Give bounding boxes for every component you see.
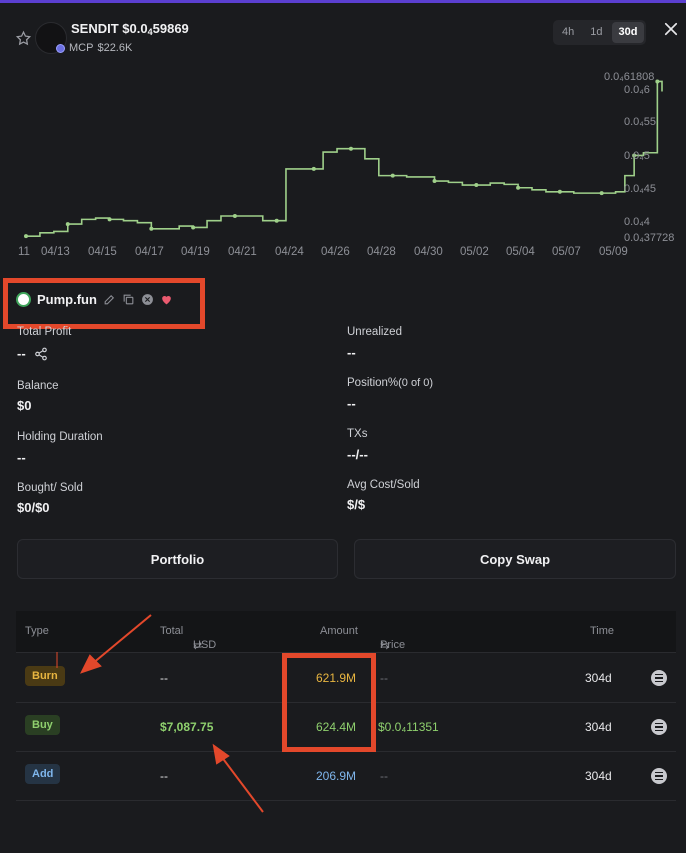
unrealized-value: -- — [347, 345, 356, 360]
price-point — [599, 191, 604, 196]
x-tick-label: 04/13 — [41, 246, 70, 258]
x-tick-label: 05/04 — [506, 246, 535, 258]
row-price: -- — [380, 769, 388, 783]
avg-cost-label: Avg Cost/Sold — [347, 479, 420, 491]
price-point — [274, 218, 279, 223]
price-point — [516, 185, 521, 190]
price-point — [557, 189, 562, 194]
table-row[interactable]: Add -- 206.9M -- 304d — [16, 752, 676, 801]
highlight-box-platform — [3, 278, 205, 329]
price-line — [26, 80, 663, 237]
market-cap: MCP $22.6K — [56, 42, 132, 54]
price-chart: 0.0₄618080.0₄6 0.0₄55 0.0₄5 0.0₄45 0.0₄4 0.0₄… — [18, 71, 674, 258]
x-tick-label: 05/09 — [599, 246, 628, 258]
swap-currency-icon: ⇄ — [193, 640, 203, 652]
col-amount: Amount — [320, 625, 358, 637]
y-tick-label: 0.0₄5 — [624, 150, 650, 162]
type-badge-add: Add — [25, 764, 61, 784]
balance-value: $0 — [17, 398, 32, 413]
price-point — [390, 173, 395, 178]
bought-sold-label: Bought/ Sold — [17, 482, 83, 494]
details-icon[interactable] — [651, 719, 667, 735]
x-tick-label: 04/26 — [321, 246, 350, 258]
activity-table-header: Type Total USD ⇄ Amount Price ⇆ Time — [16, 611, 676, 653]
token-price: $0.0459869 — [122, 21, 189, 37]
col-total: Total — [160, 625, 184, 637]
holding-duration-label: Holding Duration — [17, 431, 103, 443]
y-tick-label: 0.0₄37728 — [624, 232, 674, 244]
type-badge-buy: Buy — [25, 715, 60, 735]
row-total: $7,087.75 — [160, 720, 214, 734]
row-total: -- — [160, 769, 168, 783]
row-total: -- — [160, 671, 168, 685]
position-value: -- — [347, 396, 356, 411]
position-label: Position%(0 of 0) — [347, 377, 433, 389]
x-tick-label: 11 — [18, 246, 30, 258]
token-name: SENDIT — [71, 21, 119, 36]
y-tick-label: 0.0₄45 — [624, 183, 656, 195]
avg-cost-value: $/$ — [347, 497, 366, 512]
col-type: Type — [25, 625, 49, 637]
x-tick-label: 04/21 — [228, 246, 257, 258]
copy-swap-button[interactable]: Copy Swap — [354, 539, 676, 579]
token-title: SENDIT $0.0459869 — [71, 21, 189, 37]
price-point — [655, 79, 660, 84]
timeframe-30d[interactable]: 30d — [611, 22, 645, 43]
total-profit-value: -- — [17, 346, 48, 361]
details-icon[interactable] — [651, 768, 667, 784]
y-tick-label: 0.0₄4 — [624, 216, 650, 228]
price-point — [149, 226, 154, 231]
mcp-value: $22.6K — [97, 42, 133, 54]
y-tick-label: 0.0₄61808 — [604, 71, 654, 83]
price-point — [432, 179, 437, 184]
swap-price-icon: ⇆ — [380, 640, 390, 652]
highlight-box-amount — [282, 653, 376, 752]
star-icon[interactable] — [15, 30, 32, 47]
x-tick-label: 04/15 — [88, 246, 117, 258]
row-time: 304d — [585, 720, 612, 734]
y-tick-label: 0.0₄55 — [624, 116, 656, 128]
y-tick-label: 0.0₄6 — [624, 84, 650, 96]
position-sub: (0 of 0) — [398, 377, 433, 389]
share-icon[interactable] — [34, 347, 48, 361]
type-badge-burn: Burn — [25, 666, 65, 686]
row-price: $0.0₄11351 — [378, 720, 439, 734]
close-icon[interactable] — [662, 20, 680, 38]
price-point — [24, 234, 28, 239]
col-time: Time — [590, 625, 615, 637]
price-point — [311, 166, 316, 171]
x-tick-label: 04/28 — [367, 246, 396, 258]
total-profit-label: Total Profit — [17, 326, 72, 338]
portfolio-button[interactable]: Portfolio — [17, 539, 338, 579]
price-point — [232, 214, 237, 219]
mcp-label: MCP — [69, 42, 94, 54]
row-price: -- — [380, 671, 388, 685]
timeframe-4h[interactable]: 4h — [555, 22, 581, 43]
unrealized-label: Unrealized — [347, 326, 402, 338]
row-time: 304d — [585, 671, 612, 685]
timeframe-selector: 4h 1d 30d — [553, 20, 647, 45]
chain-icon — [56, 43, 65, 53]
txs-label: TXs — [347, 428, 368, 440]
x-tick-label: 05/07 — [552, 246, 581, 258]
holding-duration-value: -- — [17, 450, 26, 465]
balance-label: Balance — [17, 380, 59, 392]
bought-sold-value: $0/$0 — [17, 500, 50, 515]
price-point — [348, 146, 353, 151]
price-point — [191, 225, 196, 230]
x-tick-label: 05/02 — [460, 246, 489, 258]
x-tick-label: 04/17 — [135, 246, 164, 258]
price-point — [107, 217, 112, 222]
price-point — [65, 222, 70, 227]
x-tick-label: 04/19 — [181, 246, 210, 258]
x-tick-label: 04/30 — [414, 246, 443, 258]
row-time: 304d — [585, 769, 612, 783]
timeframe-1d[interactable]: 1d — [583, 22, 609, 43]
row-amount: 206.9M — [316, 769, 357, 783]
x-tick-label: 04/24 — [275, 246, 304, 258]
details-icon[interactable] — [651, 670, 667, 686]
price-point — [474, 183, 479, 188]
txs-value: --/-- — [347, 447, 368, 462]
